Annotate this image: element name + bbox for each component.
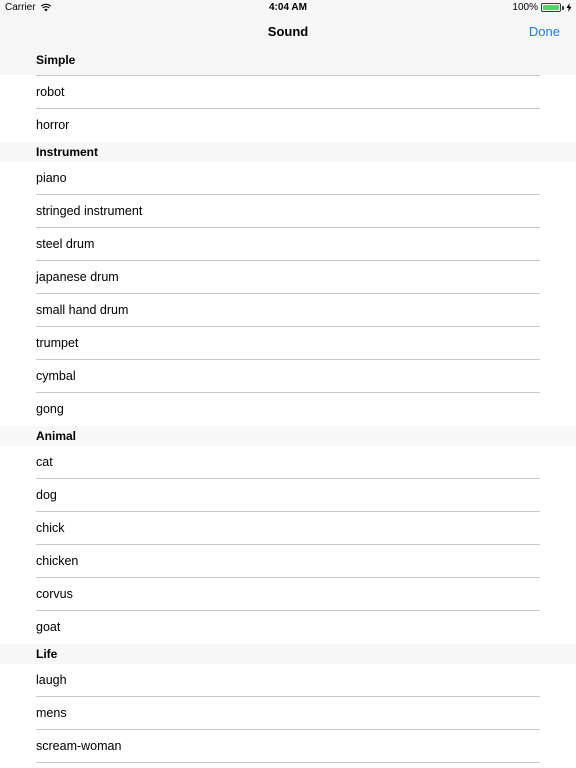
list-item[interactable]: piano: [0, 162, 576, 195]
list-item[interactable]: laugh: [0, 664, 576, 697]
list-item[interactable]: mens: [0, 697, 576, 730]
battery-percent: 100%: [512, 2, 538, 13]
section-header: Life: [0, 644, 576, 664]
section-header: Instrument: [0, 142, 576, 162]
page-title: Sound: [267, 24, 309, 39]
list-item[interactable]: scream-woman: [0, 730, 576, 763]
list-item[interactable]: chick: [0, 512, 576, 545]
list-item[interactable]: gong: [0, 393, 576, 426]
battery-tip: [562, 5, 564, 10]
battery-fill: [543, 5, 559, 10]
list-item[interactable]: goat: [0, 611, 576, 644]
list-item[interactable]: small hand drum: [0, 294, 576, 327]
status-bar: Carrier 4:04 AM 100%: [0, 0, 576, 16]
list-item[interactable]: chicken: [0, 545, 576, 578]
done-button[interactable]: Done: [529, 24, 560, 39]
status-right: 100%: [512, 2, 572, 13]
section-header: Simple: [0, 48, 576, 75]
list-item[interactable]: cat: [0, 446, 576, 479]
list-item[interactable]: corvus: [0, 578, 576, 611]
list-item[interactable]: trumpet: [0, 327, 576, 360]
charging-bolt-icon: [566, 3, 572, 12]
battery-icon: [541, 3, 561, 12]
status-time: 4:04 AM: [269, 2, 307, 13]
list-item[interactable]: japanese drum: [0, 261, 576, 294]
list-item[interactable]: robot: [0, 76, 576, 109]
list-item[interactable]: steel drum: [0, 228, 576, 261]
list-item[interactable]: dog: [0, 479, 576, 512]
list-item[interactable]: stringed instrument: [0, 195, 576, 228]
navigation-bar: Sound Done: [0, 16, 576, 48]
sound-list: Simple robot horror Instrument piano stringed…: [0, 48, 576, 763]
section-header: Animal: [0, 426, 576, 446]
list-item[interactable]: cymbal: [0, 360, 576, 393]
list-item[interactable]: horror: [0, 109, 576, 142]
